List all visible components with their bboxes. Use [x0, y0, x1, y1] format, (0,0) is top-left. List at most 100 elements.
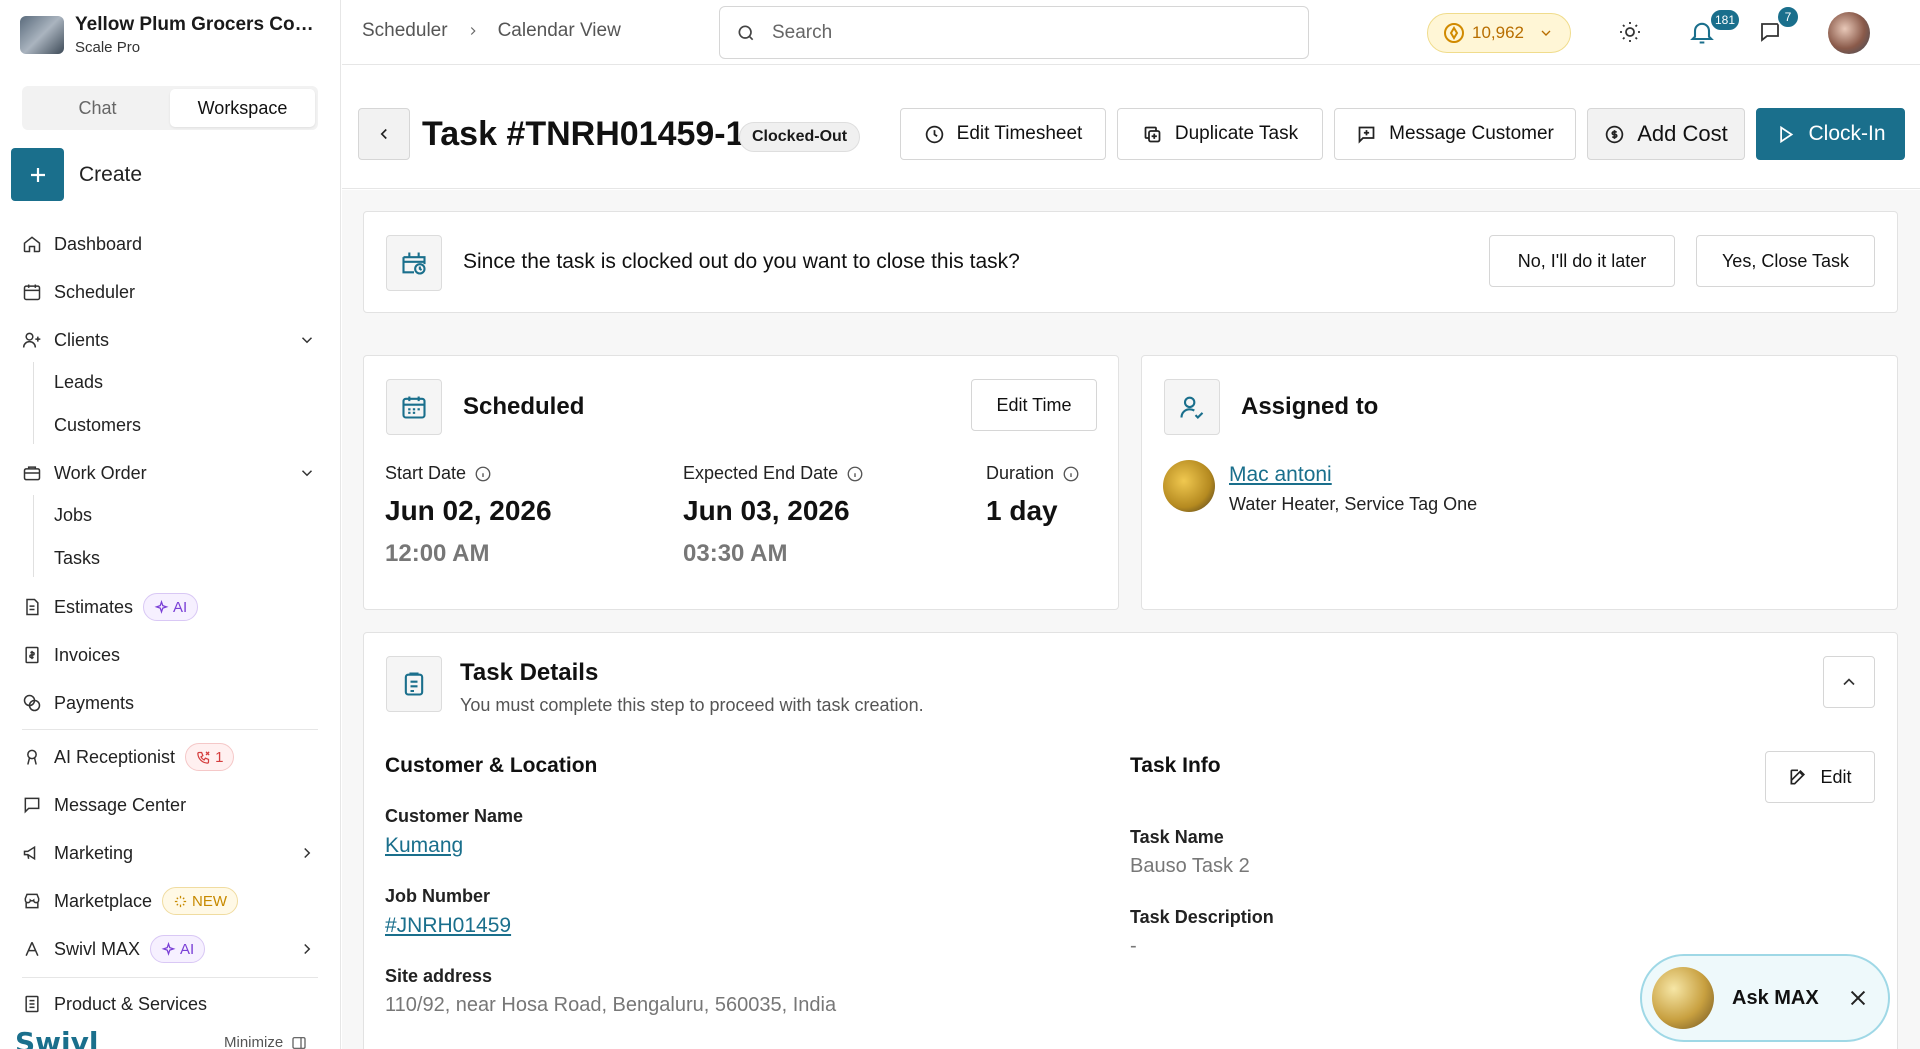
site-address-label: Site address: [385, 966, 493, 986]
ai-badge-label: AI: [180, 940, 195, 958]
sidebar-item-label: AI Receptionist: [54, 746, 176, 767]
sidebar-item-tasks[interactable]: Tasks: [54, 548, 100, 569]
assigned-title: Assigned to: [1241, 393, 1379, 420]
sidebar-item-customers[interactable]: Customers: [54, 415, 141, 436]
customer-location-title: Customer & Location: [385, 754, 598, 777]
assignee-name[interactable]: Mac antoni: [1229, 463, 1332, 487]
add-cost-button[interactable]: Add Cost: [1587, 108, 1745, 160]
page-title: Task #TNRH01459-1: [422, 115, 745, 153]
search-icon: [736, 23, 756, 43]
messages-badge: 7: [1776, 5, 1800, 29]
sidebar-item-scheduler[interactable]: Scheduler: [22, 277, 322, 307]
submenu-line: [33, 495, 34, 577]
sidebar-item-label: Product & Services: [54, 993, 208, 1014]
job-number[interactable]: #JNRH01459: [385, 914, 511, 938]
end-date-label: Expected End Date: [683, 463, 864, 484]
site-address: 110/92, near Hosa Road, Bengaluru, 56003…: [385, 994, 837, 1016]
clock-in-button[interactable]: Clock-In: [1756, 108, 1905, 160]
sidebar-item-payments[interactable]: Payments: [22, 688, 322, 718]
search-input[interactable]: [772, 21, 1272, 44]
sun-icon[interactable]: [1618, 20, 1642, 44]
edit-time-label: Edit Time: [996, 394, 1072, 415]
task-details-icon-box: [386, 656, 442, 712]
status-badge: Clocked-Out: [739, 122, 861, 152]
invoice-icon: [22, 645, 42, 665]
sidebar-divider: [22, 977, 318, 978]
sidebar-item-invoices[interactable]: Invoices: [22, 640, 322, 670]
customer-name[interactable]: Kumang: [385, 834, 463, 858]
calendar-icon: [400, 393, 428, 421]
scheduled-title: Scheduled: [463, 393, 585, 420]
assigned-card: Assigned to Mac antoni Water Heater, Ser…: [1141, 355, 1898, 610]
sidebar-item-label: Dashboard: [54, 233, 143, 254]
sidebar-item-label: Marketing: [54, 842, 134, 863]
breadcrumb-scheduler[interactable]: Scheduler: [362, 20, 448, 42]
assigned-icon-box: [1164, 379, 1220, 435]
clipboard-icon: [400, 670, 428, 698]
chevron-right-icon[interactable]: [298, 940, 316, 958]
task-header: Task #TNRH01459-1 Clocked-Out Edit Times…: [342, 64, 1920, 189]
close-task-button[interactable]: Yes, Close Task: [1696, 235, 1875, 287]
info-icon[interactable]: [474, 465, 492, 483]
sidebar-item-jobs[interactable]: Jobs: [54, 505, 92, 526]
tab-workspace[interactable]: Workspace: [170, 89, 315, 127]
org-switcher[interactable]: Yellow Plum Grocers Com... Scale Pro: [20, 12, 330, 58]
coin-icon: [1442, 21, 1466, 45]
document-icon: [22, 597, 42, 617]
sidebar-item-marketplace[interactable]: Marketplace NEW: [22, 886, 322, 916]
assignee-name-link[interactable]: Mac antoni: [1229, 463, 1332, 486]
minimize-label: Minimize: [224, 1034, 284, 1049]
not-now-button[interactable]: No, I'll do it later: [1489, 235, 1675, 287]
chevron-down-icon[interactable]: [298, 331, 316, 349]
ask-max-widget[interactable]: Ask MAX: [1640, 954, 1890, 1042]
close-icon[interactable]: [1847, 987, 1869, 1009]
create-plus[interactable]: [11, 148, 64, 201]
customer-name-label: Customer Name: [385, 806, 524, 826]
start-date-label-text: Start Date: [385, 463, 467, 483]
info-icon[interactable]: [1062, 465, 1080, 483]
sidebar-item-clients[interactable]: Clients: [22, 325, 322, 355]
ai-badge: AI: [150, 935, 206, 963]
duplicate-task-button[interactable]: Duplicate Task: [1117, 108, 1323, 160]
duration-label: Duration: [986, 463, 1080, 484]
customer-name-link[interactable]: Kumang: [385, 834, 463, 857]
back-button[interactable]: [358, 108, 410, 160]
chevron-down-icon[interactable]: [298, 464, 316, 482]
dollar-circle-icon: [1604, 124, 1625, 145]
chevron-right-icon[interactable]: [298, 844, 316, 862]
sidebar-item-ai-receptionist[interactable]: AI Receptionist 1: [22, 742, 322, 772]
sidebar-item-message-center[interactable]: Message Center: [22, 790, 322, 820]
message-customer-button[interactable]: Message Customer: [1334, 108, 1576, 160]
job-number-link[interactable]: #JNRH01459: [385, 914, 511, 937]
edit-time-button[interactable]: Edit Time: [971, 379, 1097, 431]
collapse-button[interactable]: [1823, 656, 1875, 708]
task-details-title: Task Details: [460, 659, 599, 686]
sidebar: Yellow Plum Grocers Com... Scale Pro Cha…: [0, 0, 341, 1049]
sidebar-item-dashboard[interactable]: Dashboard: [22, 229, 322, 259]
sidebar-item-label: Scheduler: [54, 281, 136, 302]
minimize-button[interactable]: Minimize: [224, 1034, 307, 1049]
sidebar-item-product-services[interactable]: Product & Services: [22, 989, 322, 1019]
chevron-down-icon: [1538, 25, 1554, 41]
edit-task-info-label: Edit: [1820, 766, 1852, 787]
sidebar-item-leads[interactable]: Leads: [54, 372, 103, 393]
sidebar-item-work-order[interactable]: Work Order: [22, 458, 322, 488]
edit-timesheet-label: Edit Timesheet: [956, 123, 1083, 144]
sidebar-item-marketing[interactable]: Marketing: [22, 838, 322, 868]
list-icon: [22, 994, 42, 1014]
coins-balance[interactable]: 10,962: [1427, 13, 1571, 53]
sidebar-item-label: Invoices: [54, 644, 121, 665]
edit-task-info-button[interactable]: Edit: [1765, 751, 1875, 803]
home-icon: [22, 234, 42, 254]
create-button[interactable]: Create: [11, 148, 142, 201]
sidebar-item-swivl-max[interactable]: Swivl MAX AI: [22, 934, 322, 964]
chevron-left-icon: [375, 125, 393, 143]
sidebar-item-estimates[interactable]: Estimates AI: [22, 592, 322, 622]
tab-chat[interactable]: Chat: [25, 89, 170, 127]
info-icon[interactable]: [846, 465, 864, 483]
brand-logo: Swivl: [15, 1026, 99, 1049]
sparkle-icon: [161, 941, 176, 957]
edit-timesheet-button[interactable]: Edit Timesheet: [900, 108, 1106, 160]
user-avatar[interactable]: [1828, 12, 1870, 54]
breadcrumb-calendar-view[interactable]: Calendar View: [498, 20, 621, 42]
